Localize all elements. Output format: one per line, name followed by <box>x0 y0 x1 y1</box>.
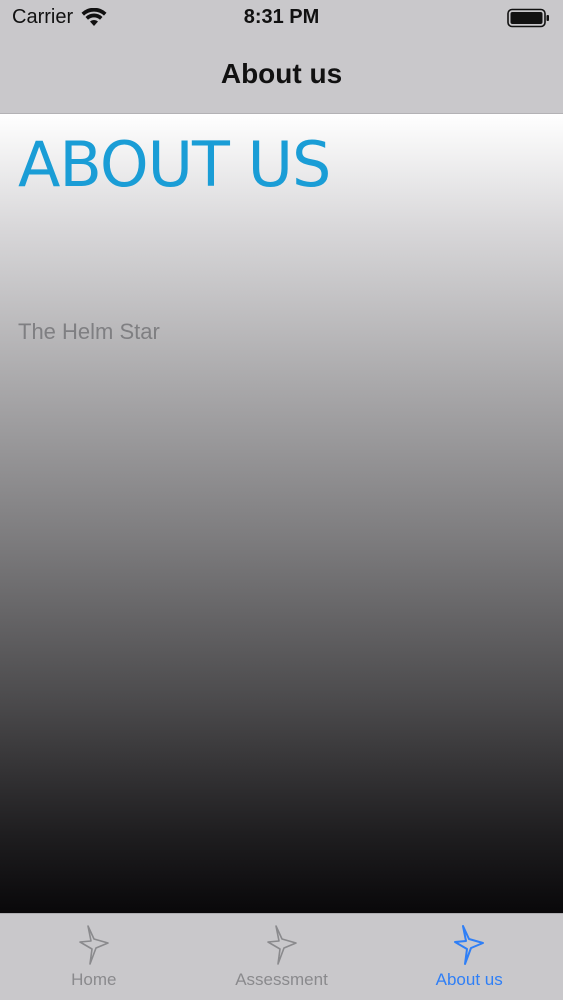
tab-about-us[interactable]: About us <box>375 914 563 1000</box>
tab-home[interactable]: Home <box>0 914 188 1000</box>
helm-star-icon <box>79 925 109 965</box>
about-heading: ABOUT US <box>18 128 331 201</box>
navigation-bar: About us <box>0 36 563 114</box>
tab-bar: Home Assessment About us <box>0 913 563 1000</box>
battery-icon <box>507 8 551 33</box>
about-content[interactable]: ABOUT US The Helm Star <box>0 114 563 913</box>
app-screen: Carrier 8:31 PM About us ABOUT US The He… <box>0 0 563 1000</box>
helm-star-icon <box>266 925 297 965</box>
about-subtitle: The Helm Star <box>18 319 160 344</box>
helm-star-icon <box>454 925 485 965</box>
page-title: About us <box>220 58 343 89</box>
status-time: 8:31 PM <box>243 6 320 28</box>
tab-assessment-label: Assessment <box>235 970 328 989</box>
tab-about-us-label: About us <box>435 970 503 989</box>
status-bar: Carrier 8:31 PM <box>0 0 563 36</box>
tab-home-label: Home <box>71 970 117 989</box>
tab-assessment[interactable]: Assessment <box>188 914 376 1000</box>
